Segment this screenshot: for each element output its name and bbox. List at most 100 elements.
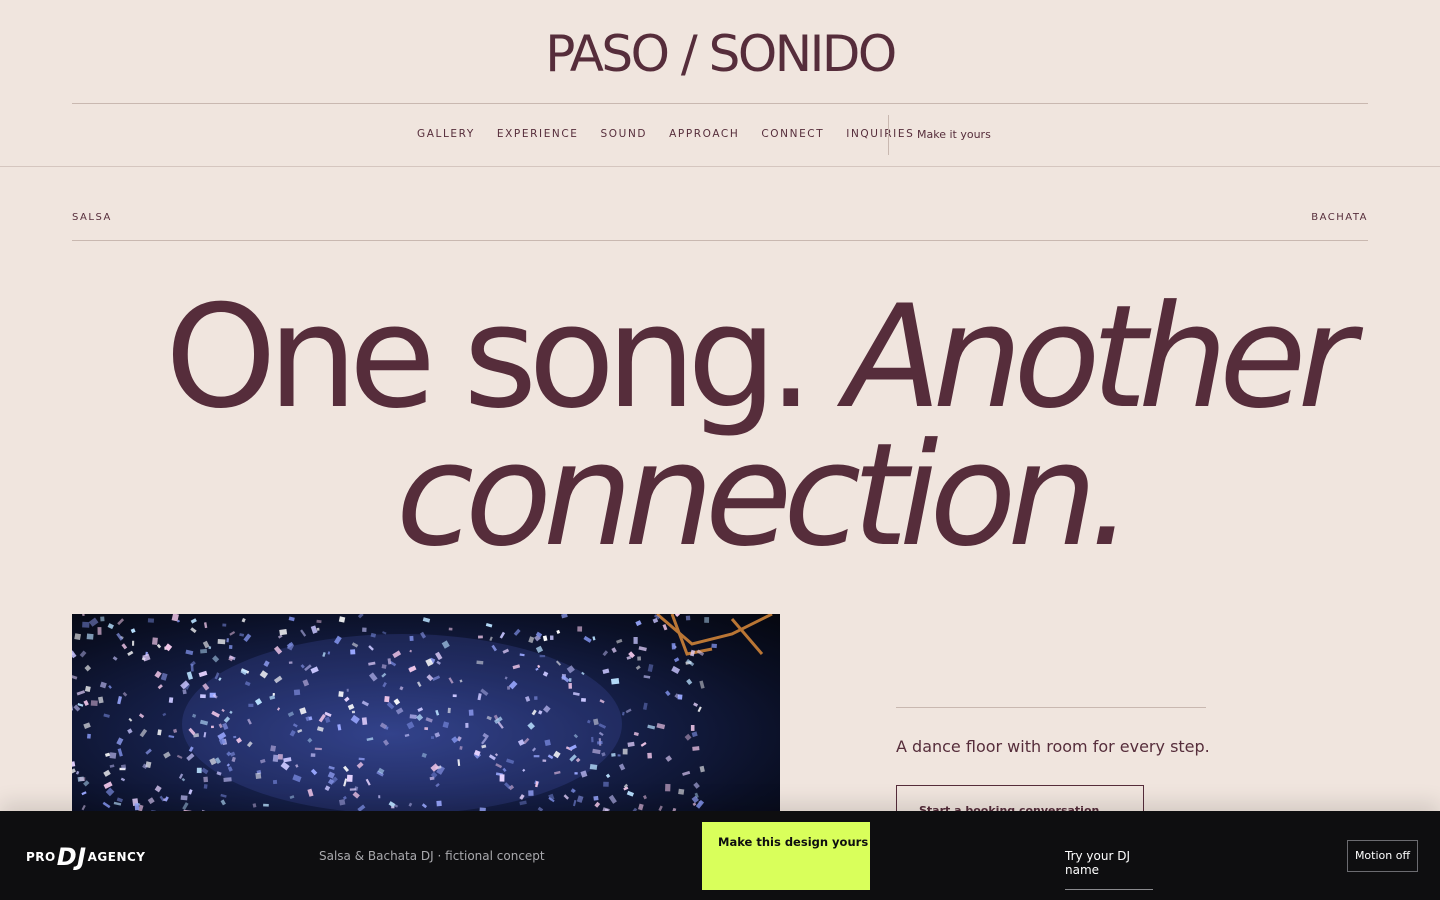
confetti-piece xyxy=(279,629,288,636)
confetti-piece xyxy=(499,774,505,782)
site-brand[interactable]: PASO / SONIDO xyxy=(0,24,1440,84)
confetti-piece xyxy=(157,684,163,690)
confetti-piece xyxy=(120,764,127,770)
nav-sound[interactable]: SOUND xyxy=(601,128,648,140)
confetti-piece xyxy=(633,637,638,644)
confetti-piece xyxy=(72,675,78,680)
confetti-piece xyxy=(605,773,611,779)
confetti-piece xyxy=(611,647,617,654)
confetti-piece xyxy=(200,648,208,654)
confetti-piece xyxy=(243,633,252,642)
confetti-piece xyxy=(592,636,596,641)
confetti-piece xyxy=(239,633,245,637)
confetti-piece xyxy=(255,772,262,780)
confetti-piece xyxy=(83,699,89,707)
confetti-piece xyxy=(625,708,632,714)
make-it-yours-link[interactable]: Make it yours xyxy=(917,128,991,141)
make-design-yours-button[interactable]: Make this design yours xyxy=(702,822,870,890)
confetti-piece xyxy=(608,794,617,804)
confetti-piece xyxy=(699,680,705,689)
confetti-piece xyxy=(223,777,232,782)
confetti-piece xyxy=(270,745,277,752)
confetti-piece xyxy=(130,628,136,634)
confetti-piece xyxy=(674,614,680,618)
confetti-piece xyxy=(583,635,592,643)
confetti-piece xyxy=(691,731,698,738)
confetti-piece xyxy=(185,649,194,656)
header-divider xyxy=(72,103,1368,104)
confetti-piece xyxy=(671,643,676,650)
logo-agency: AGENCY xyxy=(87,850,146,864)
confetti-piece xyxy=(602,650,609,657)
confetti-piece xyxy=(228,645,233,649)
nav-gallery[interactable]: GALLERY xyxy=(417,128,475,140)
confetti-piece xyxy=(142,653,151,662)
confetti-piece xyxy=(378,795,381,799)
confetti-piece xyxy=(346,774,353,782)
confetti-piece xyxy=(561,614,568,619)
confetti-piece xyxy=(77,703,84,707)
confetti-piece xyxy=(690,649,696,657)
confetti-piece xyxy=(288,661,293,664)
nav-connect[interactable]: CONNECT xyxy=(761,128,824,140)
confetti-piece xyxy=(178,773,184,779)
confetti-piece xyxy=(616,638,623,644)
confetti-piece xyxy=(99,681,107,689)
confetti-piece xyxy=(346,688,349,692)
confetti-piece xyxy=(103,713,110,718)
confetti-piece xyxy=(528,790,534,796)
confetti-piece xyxy=(580,698,586,702)
prodj-agency-logo[interactable]: PRO DJ AGENCY xyxy=(26,843,145,871)
motion-toggle-button[interactable]: Motion off xyxy=(1347,840,1418,872)
confetti-piece xyxy=(685,615,691,621)
confetti-piece xyxy=(154,670,162,679)
confetti-piece xyxy=(692,746,700,751)
confetti-piece xyxy=(288,616,295,622)
try-dj-name-link[interactable]: Try your DJ name xyxy=(1065,849,1153,890)
confetti-piece xyxy=(589,764,598,770)
confetti-piece xyxy=(83,780,90,787)
confetti-piece xyxy=(684,733,692,741)
confetti-piece xyxy=(485,622,493,628)
nav-approach[interactable]: APPROACH xyxy=(669,128,739,140)
confetti-piece xyxy=(568,682,572,689)
confetti-piece xyxy=(673,657,680,663)
confetti-piece xyxy=(201,767,209,775)
confetti-piece xyxy=(182,689,187,695)
confetti-piece xyxy=(693,782,700,789)
confetti-piece xyxy=(86,633,94,640)
confetti-piece xyxy=(72,704,74,711)
confetti-piece xyxy=(550,635,554,640)
confetti-piece xyxy=(203,784,208,789)
confetti-piece xyxy=(690,725,695,731)
confetti-piece xyxy=(409,635,414,641)
confetti-piece xyxy=(190,627,197,634)
confetti-piece xyxy=(697,706,702,713)
confetti-piece xyxy=(79,777,86,782)
confetti-piece xyxy=(316,619,322,624)
genre-tag-salsa: SALSA xyxy=(72,212,112,223)
confetti-piece xyxy=(652,617,659,624)
hero-headline: One song. Another connection. xyxy=(0,268,1440,576)
confetti-piece xyxy=(611,753,616,757)
confetti-piece xyxy=(436,800,442,807)
confetti-piece xyxy=(361,717,368,726)
confetti-piece xyxy=(156,643,162,649)
feature-divider xyxy=(896,707,1206,708)
confetti-piece xyxy=(109,752,117,759)
confetti-piece xyxy=(665,783,671,792)
confetti-piece xyxy=(647,724,656,730)
confetti-piece xyxy=(626,790,635,797)
confetti-piece xyxy=(79,650,87,658)
nav-inquiries[interactable]: INQUIRIES xyxy=(846,128,914,140)
nav-separator xyxy=(888,115,889,155)
main-nav: GALLERY EXPERIENCE SOUND APPROACH CONNEC… xyxy=(417,128,936,140)
feature-description: A dance floor with room for every step. xyxy=(896,737,1210,756)
nav-experience[interactable]: EXPERIENCE xyxy=(497,128,579,140)
confetti-piece xyxy=(431,736,435,739)
confetti-piece xyxy=(647,664,654,673)
confetti-piece xyxy=(593,795,599,801)
confetti-piece xyxy=(665,755,673,762)
nav-bottom-divider xyxy=(0,166,1440,167)
confetti-piece xyxy=(647,752,653,759)
